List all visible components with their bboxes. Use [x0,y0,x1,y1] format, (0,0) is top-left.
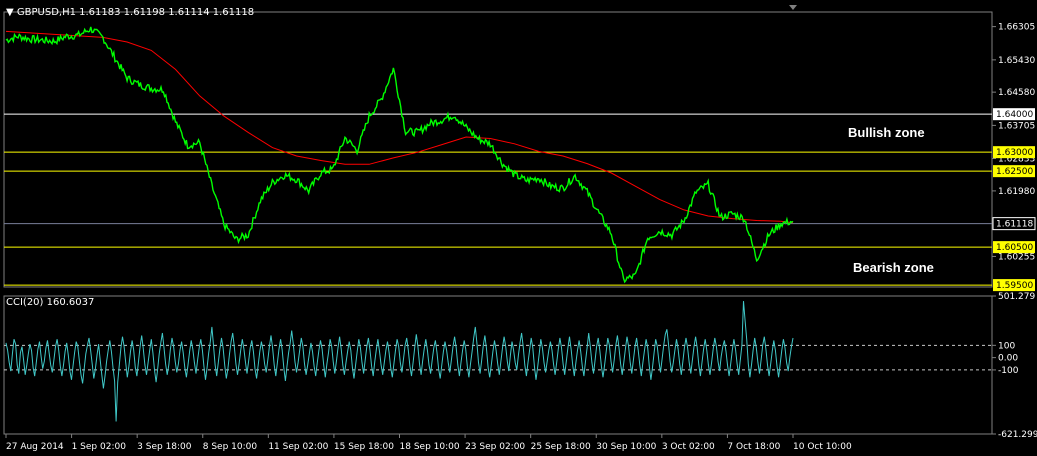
cci-tick-label-0: 501.279 [998,292,1035,302]
cci-tick-label-2: 0.00 [998,354,1018,364]
time-tick-label-0: 27 Aug 2014 [6,442,64,452]
symbol-header: ▼ GBPUSD,H1 1.61183 1.61198 1.61114 1.61… [6,7,254,18]
level-badge-label-0: 1.64000 [996,110,1033,120]
cci-line [5,301,794,422]
cci-tick-label-3: -100 [998,366,1019,376]
level-badge-label-2: 1.62500 [996,167,1033,177]
level-badge-label-3: 1.60500 [996,243,1033,253]
time-tick-label-2: 3 Sep 18:00 [137,442,192,452]
time-tick-label-6: 18 Sep 10:00 [400,442,460,452]
chart-window[interactable]: 1.66305 1.65430 1.64580 1.63705 1.62833 1.619… [0,0,1037,456]
price-tick-label-5: 1.61980 [998,187,1035,197]
time-tick-label-11: 7 Oct 18:00 [727,442,780,452]
time-tick-label-3: 8 Sep 10:00 [203,442,258,452]
level-badge-label-4: 1.59500 [996,281,1033,291]
level-badge-label-1: 1.63000 [996,148,1033,158]
price-tick-label-0: 1.66305 [998,23,1035,33]
chart-canvas[interactable]: 1.663051.654301.645801.637051.628331.619… [0,0,1037,456]
moving-average-line [5,30,794,224]
price-pane-frame [3,11,993,288]
time-tick-label-8: 25 Sep 18:00 [531,442,591,452]
indicator-header: CCI(20) 160.6037 [6,297,95,308]
scroll-marker-icon[interactable] [789,5,797,10]
time-tick-label-1: 1 Sep 02:00 [72,442,127,452]
bullish-zone-label: Bullish zone [848,125,925,140]
time-tick-label-5: 15 Sep 18:00 [334,442,394,452]
symbol-header-text: GBPUSD,H1 1.61183 1.61198 1.61114 1.6111… [16,7,255,18]
cci-tick-label-1: 100 [998,341,1015,351]
collapse-triangle-icon[interactable]: ▼ [6,7,14,18]
price-line [5,26,794,284]
price-tick-label-3: 1.63705 [998,121,1035,131]
time-tick-label-9: 30 Sep 10:00 [596,442,656,452]
bearish-zone-label: Bearish zone [853,260,934,275]
time-tick-label-7: 23 Sep 02:00 [465,442,525,452]
cci-tick-label-4: -621.2994 [998,430,1037,440]
time-tick-label-4: 11 Sep 02:00 [268,442,328,452]
price-tick-label-2: 1.64580 [998,88,1035,98]
time-tick-label-10: 3 Oct 02:00 [662,442,715,452]
price-tick-label-6: 1.60255 [998,252,1035,262]
time-tick-label-12: 10 Oct 10:00 [793,442,852,452]
price-tick-label-1: 1.65430 [998,56,1035,66]
current-price-label: 1.61118 [996,220,1033,230]
